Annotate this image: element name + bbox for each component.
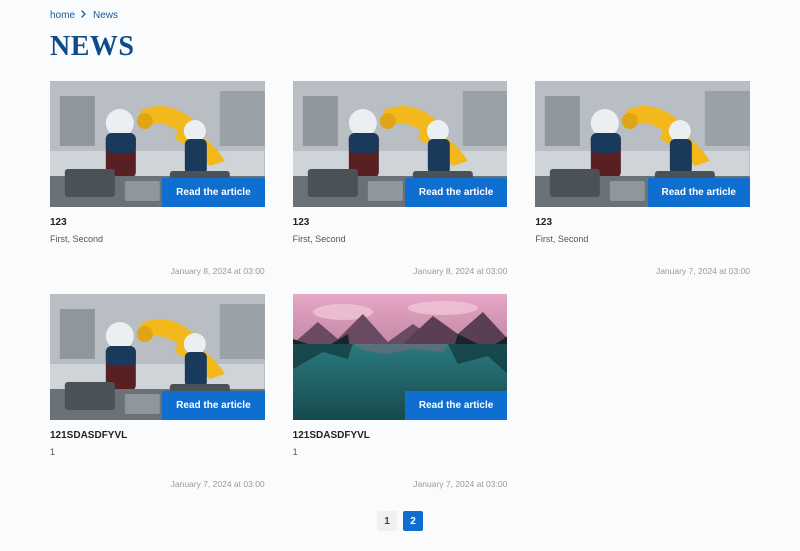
pagination: 12 (50, 511, 750, 531)
page-button-2[interactable]: 2 (403, 511, 423, 531)
article-title[interactable]: 121SDASDFYVL (293, 430, 508, 441)
article-title[interactable]: 123 (535, 217, 750, 228)
read-article-button[interactable]: Read the article (162, 391, 264, 420)
article-date: January 8, 2024 at 03:00 (293, 266, 508, 276)
breadcrumb: home News (50, 10, 750, 21)
read-article-button[interactable]: Read the article (405, 391, 507, 420)
article-tags: First, Second (293, 234, 508, 244)
article-card: Read the article 123 First, Second January … (535, 81, 750, 276)
article-date: January 7, 2024 at 03:00 (50, 479, 265, 489)
article-thumbnail[interactable]: Read the article (50, 294, 265, 420)
article-card: Read the article 121SDASDFYVL 1 January 7, … (50, 294, 265, 489)
article-title[interactable]: 121SDASDFYVL (50, 430, 265, 441)
article-title[interactable]: 123 (293, 217, 508, 228)
article-tags: First, Second (50, 234, 265, 244)
article-tags: 1 (293, 447, 508, 457)
read-article-button[interactable]: Read the article (405, 178, 507, 207)
article-date: January 7, 2024 at 03:00 (535, 266, 750, 276)
article-title[interactable]: 123 (50, 217, 265, 228)
read-article-button[interactable]: Read the article (162, 178, 264, 207)
article-card: Read the article 121SDASDFYVL 1 January 7, … (293, 294, 508, 489)
article-tags: 1 (50, 447, 265, 457)
article-card: Read the article 123 First, Second January … (293, 81, 508, 276)
article-grid: Read the article 123 First, Second January … (50, 81, 750, 489)
page-title: NEWS (50, 31, 750, 63)
article-tags: First, Second (535, 234, 750, 244)
chevron-right-icon (81, 10, 87, 21)
page-button-1[interactable]: 1 (377, 511, 397, 531)
read-article-button[interactable]: Read the article (648, 178, 750, 207)
article-thumbnail[interactable]: Read the article (293, 294, 508, 420)
article-date: January 7, 2024 at 03:00 (293, 479, 508, 489)
article-card: Read the article 123 First, Second January … (50, 81, 265, 276)
article-thumbnail[interactable]: Read the article (293, 81, 508, 207)
article-date: January 8, 2024 at 03:00 (50, 266, 265, 276)
article-thumbnail[interactable]: Read the article (50, 81, 265, 207)
breadcrumb-current-link[interactable]: News (93, 10, 118, 21)
breadcrumb-home-link[interactable]: home (50, 10, 75, 21)
article-thumbnail[interactable]: Read the article (535, 81, 750, 207)
